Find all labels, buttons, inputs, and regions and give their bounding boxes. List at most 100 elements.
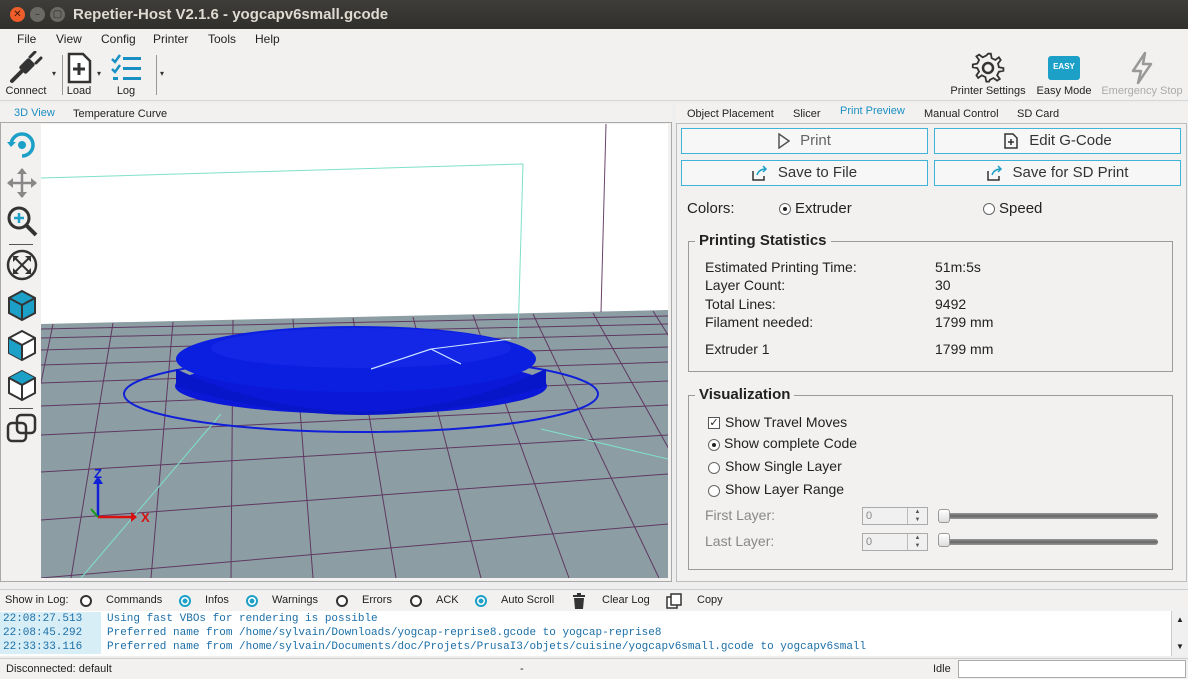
clear-log-button[interactable]: Clear Log [602,594,650,606]
tab-sd-card[interactable]: SD Card [1017,108,1059,120]
toolbar-overflow-icon[interactable]: ▾ [160,69,164,78]
color-speed-radio[interactable] [983,203,995,215]
last-layer-slider-handle[interactable] [938,533,950,547]
window-close-button[interactable]: ✕ [10,7,25,22]
easy-mode-button[interactable]: EASY Easy Mode [1036,49,1092,99]
menu-printer[interactable]: Printer [153,32,188,46]
move-view-icon[interactable] [5,166,39,200]
rotate-view-icon[interactable] [5,128,39,162]
tab-object-placement[interactable]: Object Placement [687,108,774,120]
menu-view[interactable]: View [56,32,82,46]
visualization-title: Visualization [695,386,795,403]
show-travel-label: Show Travel Moves [725,414,848,430]
log-row: 22:08:45.292 Preferred name from /home/sy… [0,626,1170,640]
play-icon [778,133,791,150]
3d-viewport[interactable]: Z X [41,124,668,578]
show-travel-checkbox[interactable]: ✓ [708,417,720,429]
right-tab-bar: Object Placement Slicer Print Preview Ma… [676,103,1188,125]
infos-label: Infos [205,594,229,606]
copy-icon[interactable] [666,593,682,609]
load-label: Load [66,85,92,97]
print-button[interactable]: Print [681,128,928,154]
connect-dropdown-icon[interactable]: ▾ [52,69,56,78]
color-extruder-label: Extruder [795,200,852,217]
show-layer-range-radio[interactable] [708,485,720,497]
commands-toggle[interactable] [80,595,92,607]
show-single-layer-radio[interactable] [708,462,720,474]
ack-label: ACK [436,594,459,606]
stat-label: Total Lines: [705,296,776,312]
plug-icon [10,51,43,83]
log-timestamp: 22:08:27.513 [0,612,101,626]
copy-button[interactable]: Copy [697,594,723,606]
window-title: Repetier-Host V2.1.6 - yogcapv6small.gco… [73,6,389,23]
show-layer-range-label: Show Layer Range [725,481,845,497]
last-layer-slider[interactable] [940,539,1158,545]
scroll-up-icon[interactable]: ▲ [1172,615,1188,624]
tab-manual-control[interactable]: Manual Control [924,108,999,120]
log-button[interactable]: Log [106,49,146,99]
stat-label: Layer Count: [705,277,786,293]
show-single-layer-label: Show Single Layer [725,458,842,474]
iso-view-icon[interactable] [5,288,39,322]
trash-icon[interactable] [572,593,586,609]
spin-arrows-icon[interactable]: ▲ ▼ [907,534,927,550]
show-complete-label: Show complete Code [724,435,858,451]
load-dropdown-icon[interactable]: ▾ [97,69,101,78]
save-to-file-button[interactable]: Save to File [681,160,928,186]
menu-help[interactable]: Help [255,32,280,46]
top-view-icon[interactable] [5,368,39,402]
printer-settings-button[interactable]: Printer Settings [946,49,1030,99]
printing-statistics-title: Printing Statistics [695,232,831,249]
save-sd-print-button[interactable]: Save for SD Print [934,160,1181,186]
load-file-icon [67,52,92,84]
gear-icon [971,52,1005,83]
show-complete-radio[interactable] [708,439,720,451]
easy-mode-label: Easy Mode [1036,85,1092,97]
status-bar: Disconnected: default - Idle [0,658,1188,679]
window-minimize-button[interactable]: – [30,7,45,22]
menu-file[interactable]: File [17,32,36,46]
export-icon [986,165,1002,181]
first-layer-value: 0 [866,510,873,522]
first-layer-slider[interactable] [940,513,1158,519]
front-view-icon[interactable] [5,328,39,362]
stat-value: 1799 mm [935,314,994,330]
log-filter-bar: Show in Log: Commands Infos Warnings Err… [0,589,1188,611]
spin-arrows-icon[interactable]: ▲ ▼ [907,508,927,524]
menu-tools[interactable]: Tools [208,32,236,46]
infos-toggle[interactable] [179,595,191,607]
gcode-model [175,326,547,415]
last-layer-spinbox[interactable]: 0 ▲ ▼ [862,533,928,551]
window-maximize-button[interactable]: ▢ [50,7,65,22]
connect-button[interactable]: Connect [2,49,50,99]
zoom-icon[interactable] [5,204,39,238]
edit-gcode-button[interactable]: Edit G-Code [934,128,1181,154]
color-extruder-radio[interactable] [779,203,791,215]
load-button[interactable]: Load [62,49,96,99]
ack-toggle[interactable] [410,595,422,607]
errors-toggle[interactable] [336,595,348,607]
fit-view-icon[interactable] [5,248,39,282]
first-layer-slider-handle[interactable] [938,509,950,523]
tab-temperature-curve[interactable]: Temperature Curve [73,108,167,120]
edit-gcode-label: Edit G-Code [1029,132,1112,150]
printer-settings-label: Printer Settings [950,85,1026,97]
log-scrollbar[interactable]: ▲ ▼ [1171,611,1188,656]
first-layer-spinbox[interactable]: 0 ▲ ▼ [862,507,928,525]
menu-config[interactable]: Config [101,32,136,46]
auto-scroll-toggle[interactable] [475,595,487,607]
scroll-down-icon[interactable]: ▼ [1172,642,1188,651]
first-layer-label: First Layer: [705,507,776,523]
tab-3d-view[interactable]: 3D View [14,107,55,119]
log-pane[interactable]: 22:08:27.513 Using fast VBOs for renderin… [0,611,1188,656]
printer-state: Idle [933,663,951,675]
log-timestamp: 22:33:33.116 [0,640,101,654]
emergency-stop-button[interactable]: Emergency Stop [1100,49,1184,99]
tab-print-preview[interactable]: Print Preview [840,105,905,117]
tab-slicer[interactable]: Slicer [793,108,821,120]
parallel-projection-icon[interactable] [5,412,39,446]
last-layer-label: Last Layer: [705,533,775,549]
warnings-toggle[interactable] [246,595,258,607]
commands-label: Commands [106,594,163,606]
